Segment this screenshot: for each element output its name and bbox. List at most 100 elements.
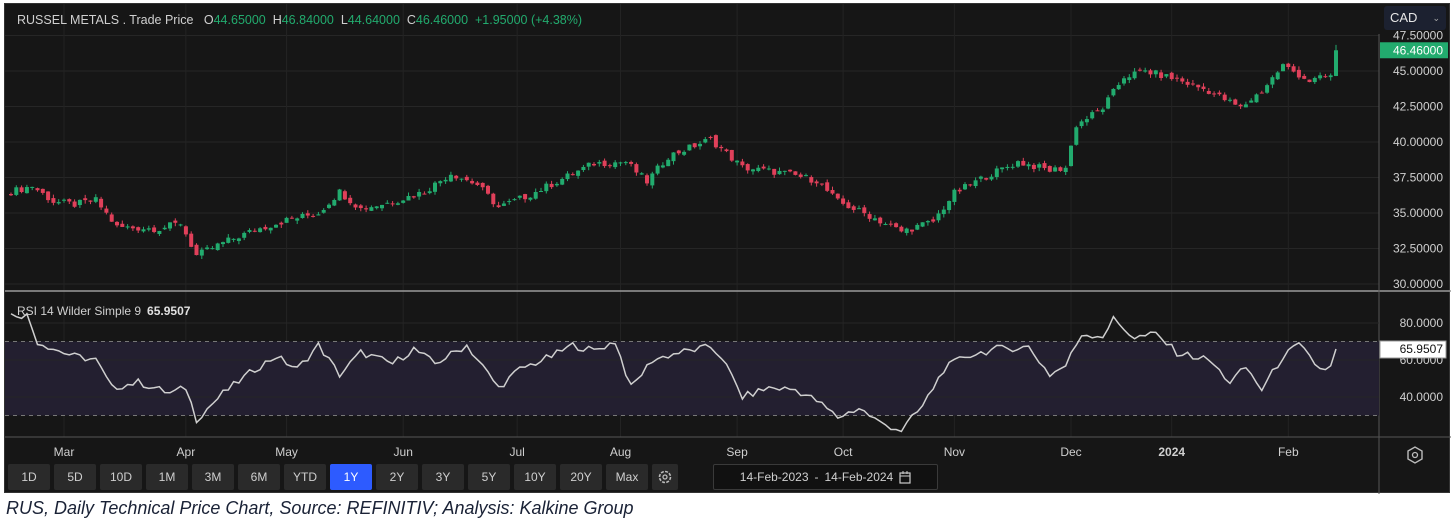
range-button-max[interactable]: Max — [606, 464, 648, 490]
candle-body — [125, 226, 130, 228]
chart-canvas[interactable]: 47.50000 45.00000 42.50000 40.00000 37.50000… — [5, 4, 1451, 494]
candle-body — [819, 183, 824, 185]
range-button-5d[interactable]: 5D — [54, 464, 96, 490]
candle-body — [1201, 86, 1206, 90]
candle — [374, 206, 379, 210]
candle — [284, 216, 289, 223]
candle — [1016, 160, 1020, 168]
candle — [878, 216, 883, 227]
candle-body — [263, 226, 268, 230]
range-button-1d[interactable]: 1D — [8, 464, 50, 490]
candle — [904, 227, 909, 236]
candle-body — [883, 223, 888, 225]
candle — [1122, 76, 1126, 86]
candle-body — [480, 182, 485, 188]
candle — [1058, 166, 1063, 172]
candle — [19, 185, 24, 194]
candle-body — [994, 168, 999, 178]
candle-body — [862, 207, 867, 214]
candle — [676, 149, 681, 156]
candle — [67, 198, 72, 205]
candle-body — [1323, 76, 1328, 78]
candle — [1265, 83, 1270, 94]
candle — [1169, 71, 1174, 81]
candle-body — [1212, 93, 1217, 95]
candle — [1312, 76, 1317, 84]
candle — [427, 187, 432, 195]
candle — [666, 157, 671, 167]
candle-body — [1222, 94, 1227, 101]
candle-body — [168, 222, 172, 229]
currency-dropdown[interactable]: CAD ⌄ — [1384, 6, 1446, 30]
candle-body — [454, 175, 459, 179]
candle-body — [1254, 94, 1259, 103]
candle-body — [687, 144, 692, 151]
range-button-10d[interactable]: 10D — [100, 464, 142, 490]
candle-body — [1000, 167, 1005, 170]
candle — [56, 199, 61, 205]
candle — [311, 213, 316, 218]
candle-body — [93, 197, 98, 202]
candle — [830, 186, 835, 195]
candle — [846, 199, 851, 209]
candle-body — [385, 202, 390, 204]
settings-gear-icon[interactable] — [652, 464, 678, 490]
candle-body — [878, 217, 883, 224]
hexagon-center — [1411, 451, 1419, 459]
candle-body — [40, 188, 45, 193]
candle-body — [284, 217, 289, 223]
high-value: 46.84000 — [281, 13, 334, 27]
candle-body — [507, 201, 512, 203]
range-button-10y[interactable]: 10Y — [514, 464, 556, 490]
range-button-2y[interactable]: 2Y — [376, 464, 418, 490]
candle-body — [549, 183, 554, 188]
candle — [1069, 145, 1073, 167]
candle-body — [1021, 160, 1026, 166]
candle — [72, 199, 77, 208]
candle — [1111, 88, 1116, 97]
candle — [740, 158, 745, 168]
candle — [35, 187, 40, 192]
range-button-1m[interactable]: 1M — [146, 464, 188, 490]
candle-body — [756, 167, 761, 172]
candle-body — [751, 169, 755, 172]
candle-body — [337, 189, 342, 201]
date-range-picker[interactable]: 14-Feb-2023 - 14-Feb-2024 — [713, 464, 938, 490]
range-button-3y[interactable]: 3Y — [422, 464, 464, 490]
candle — [1026, 161, 1031, 170]
candle-body — [369, 207, 374, 211]
price-tick-label: 37.50000 — [1393, 171, 1443, 185]
candle-body — [438, 181, 443, 184]
candle — [125, 224, 130, 230]
candle-body — [963, 184, 967, 190]
candle — [1185, 78, 1190, 88]
candle-body — [512, 199, 517, 201]
candle — [1031, 163, 1036, 173]
candle-body — [952, 189, 957, 202]
candle — [401, 199, 406, 204]
candle-body — [634, 164, 639, 173]
candle-body — [724, 149, 729, 152]
candle — [1074, 125, 1079, 146]
candle-body — [1281, 64, 1285, 72]
range-button-5y[interactable]: 5Y — [468, 464, 510, 490]
chart-settings-icon[interactable] — [1407, 446, 1423, 464]
candle-body — [629, 161, 634, 164]
candle — [862, 204, 867, 217]
candle-body — [597, 162, 602, 164]
candle — [650, 171, 655, 189]
range-button-1y[interactable]: 1Y — [330, 464, 372, 490]
candle — [316, 211, 321, 216]
candle-body — [1217, 92, 1222, 95]
candle — [1090, 110, 1095, 120]
candle-body — [83, 198, 88, 201]
range-button-20y[interactable]: 20Y — [560, 464, 602, 490]
candle-body — [427, 191, 432, 194]
candle — [581, 164, 586, 172]
range-button-6m[interactable]: 6M — [238, 464, 280, 490]
range-button-3m[interactable]: 3M — [192, 464, 234, 490]
candle-body — [618, 162, 623, 164]
candle-body — [443, 179, 448, 182]
range-button-ytd[interactable]: YTD — [284, 464, 326, 490]
candle — [655, 163, 660, 176]
